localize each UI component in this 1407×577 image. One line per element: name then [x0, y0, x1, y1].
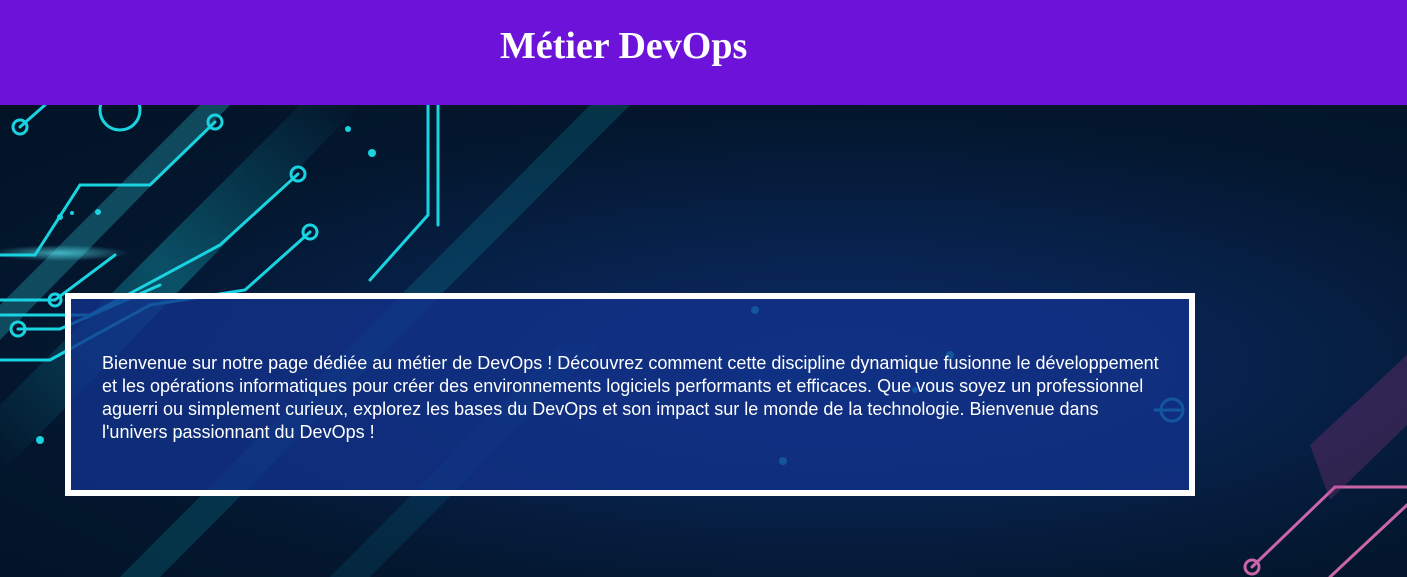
- intro-box: Bienvenue sur notre page dédiée au métie…: [65, 293, 1195, 496]
- intro-paragraph: Bienvenue sur notre page dédiée au métie…: [102, 353, 1159, 442]
- page-title: Métier DevOps: [500, 25, 748, 67]
- page-header: Métier DevOps: [0, 0, 1407, 105]
